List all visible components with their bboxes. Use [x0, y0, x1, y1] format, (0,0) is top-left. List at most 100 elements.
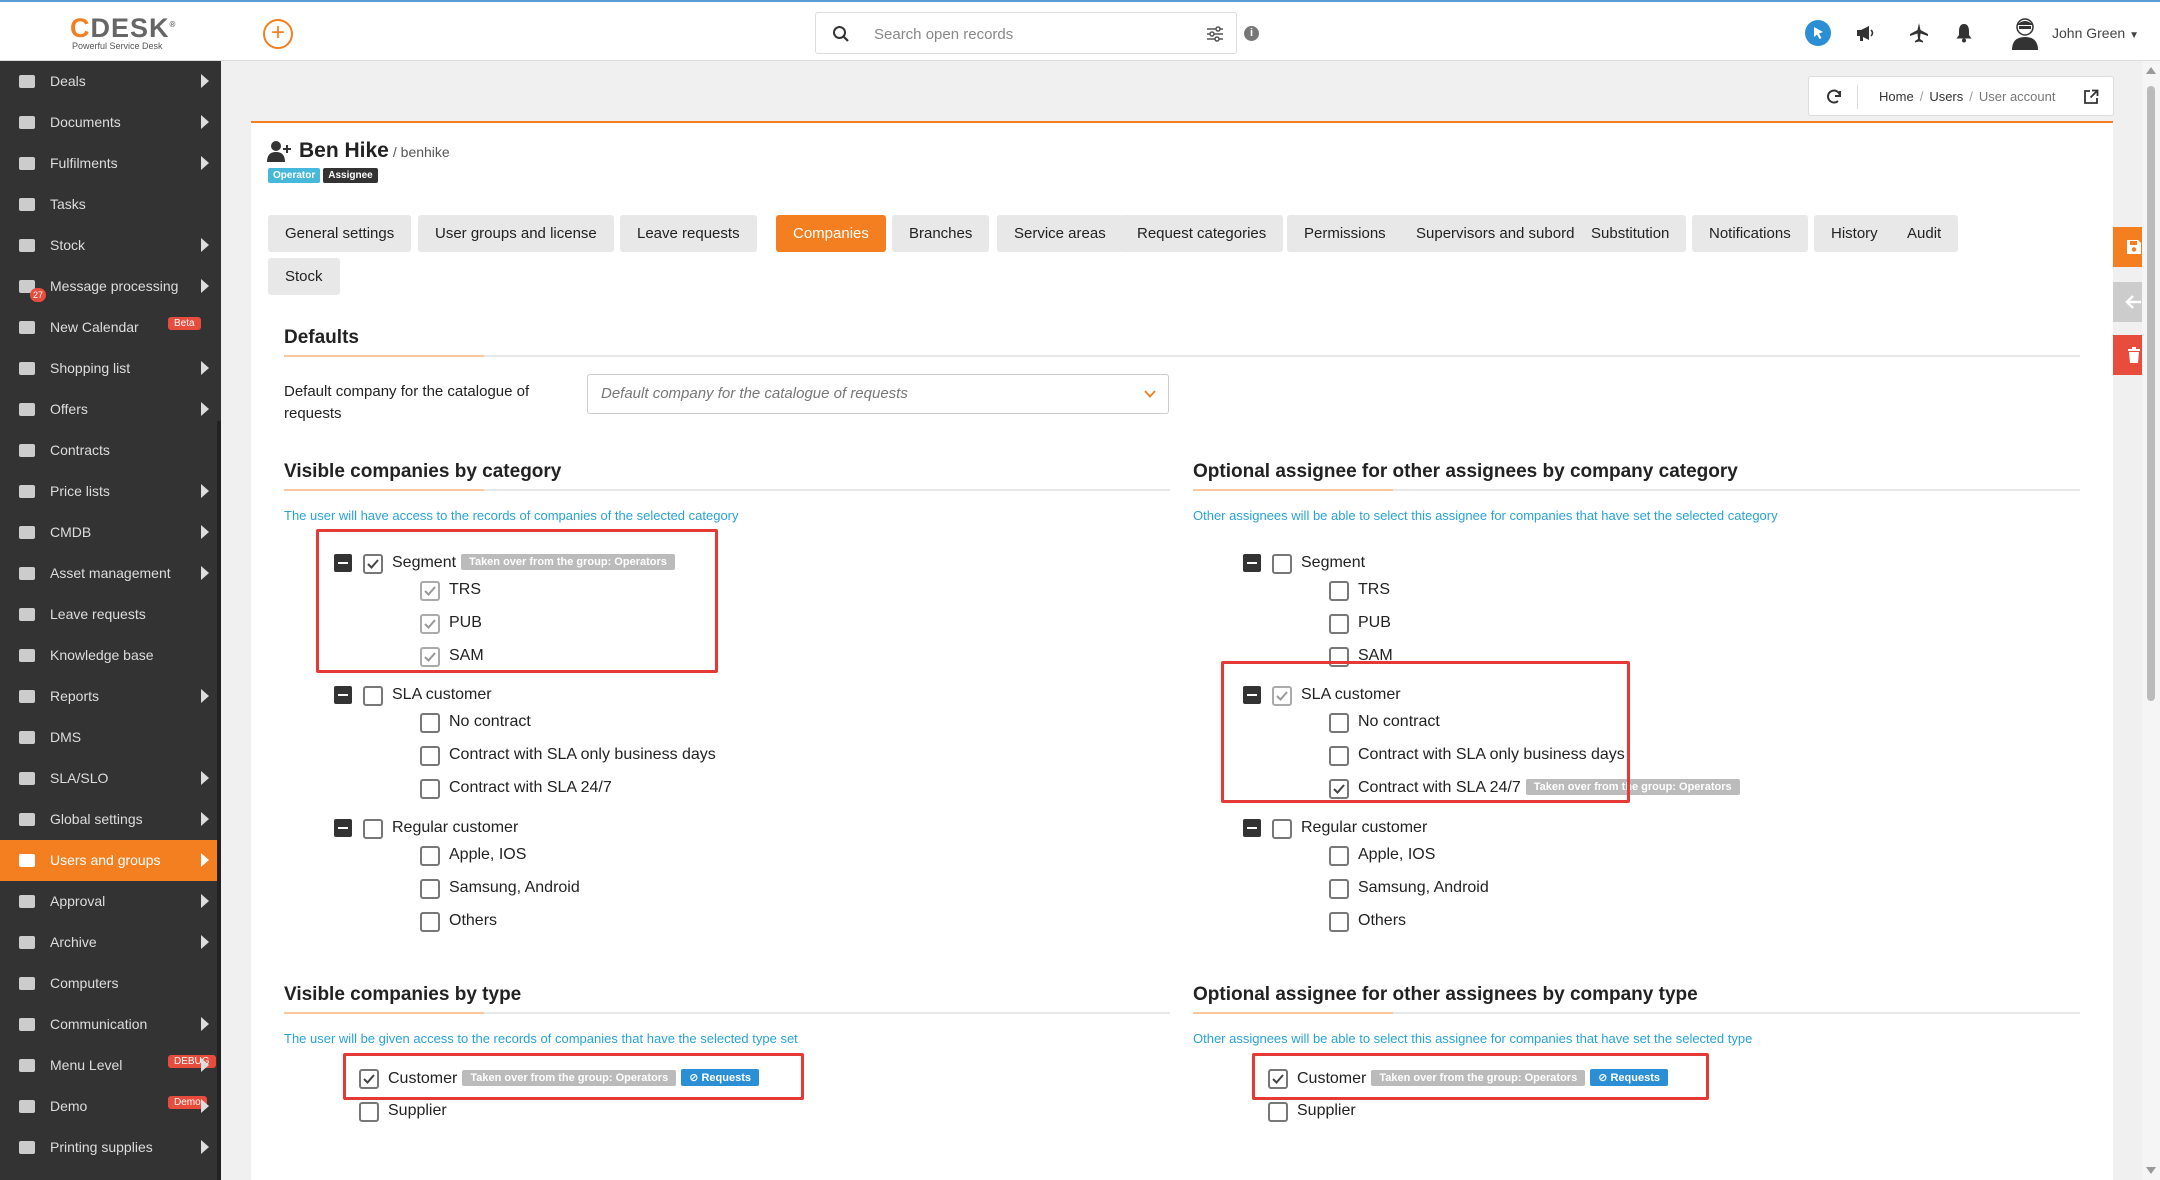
tab-branches[interactable]: Branches — [892, 215, 990, 252]
sidebar-scrollbar[interactable] — [217, 421, 221, 1180]
bar-chart-icon — [17, 687, 37, 705]
checkbox[interactable] — [420, 713, 440, 733]
tab-companies[interactable]: Companies — [776, 215, 886, 252]
sidebar-item-label: Deals — [50, 73, 86, 89]
megaphone-icon[interactable] — [1852, 20, 1878, 46]
checkbox-label: Samsung, Android — [449, 879, 580, 897]
sidebar-item[interactable]: Asset management — [0, 553, 221, 594]
checkbox[interactable] — [359, 1102, 379, 1122]
checkbox-label: Samsung, Android — [1358, 879, 1489, 897]
highlight-box — [1221, 661, 1630, 803]
checkbox[interactable] — [1272, 819, 1292, 839]
breadcrumb-home[interactable]: Home — [1879, 89, 1914, 104]
tab-audit[interactable]: Audit — [1890, 215, 1959, 252]
caret-right-icon — [201, 1017, 209, 1031]
box-icon — [17, 564, 37, 582]
visible-by-category-hint: The user will have access to the records… — [284, 508, 739, 523]
filter-settings-icon[interactable] — [1206, 25, 1224, 43]
sidebar-item[interactable]: Shopping list — [0, 348, 221, 389]
checkbox-label: SLA customer — [392, 686, 492, 704]
sidebar-item[interactable]: Price lists — [0, 471, 221, 512]
checkbox[interactable] — [1329, 614, 1349, 634]
sidebar-item[interactable]: Fulfilments — [0, 143, 221, 184]
plane-icon — [17, 605, 37, 623]
caret-down-icon: ▼ — [2129, 30, 2139, 41]
sidebar-item[interactable]: Demo Demo — [0, 1086, 221, 1127]
collapse-icon[interactable] — [334, 819, 352, 837]
tab-service-areas[interactable]: Service areas — [997, 215, 1123, 252]
sidebar-item[interactable]: Deals — [0, 61, 221, 102]
sidebar-item[interactable]: Contracts — [0, 430, 221, 471]
tab-stock[interactable]: Stock — [268, 258, 340, 295]
printer-icon — [17, 1138, 37, 1156]
breadcrumb-users[interactable]: Users — [1929, 89, 1963, 104]
caret-right-icon — [201, 894, 209, 908]
sidebar-item[interactable]: Documents — [0, 102, 221, 143]
default-company-select[interactable]: Default company for the catalogue of req… — [587, 374, 1169, 414]
save-icon — [2127, 240, 2141, 254]
visible-by-type-divider — [284, 1012, 1170, 1014]
sidebar-item[interactable]: Stock — [0, 225, 221, 266]
collapse-icon[interactable] — [1243, 554, 1261, 572]
tab-substitution[interactable]: Substitution — [1574, 215, 1687, 252]
sidebar-item[interactable]: SLA/SLO — [0, 758, 221, 799]
collapse-icon[interactable] — [334, 686, 352, 704]
tab-general-settings[interactable]: General settings — [268, 215, 412, 252]
optional-by-category-divider — [1193, 489, 2080, 491]
checkbox[interactable] — [1272, 554, 1292, 574]
sidebar-item[interactable]: Tasks — [0, 184, 221, 225]
sidebar-item[interactable]: Message processing 27 — [0, 266, 221, 307]
checkbox[interactable] — [1329, 581, 1349, 601]
tab-request-categories[interactable]: Request categories — [1120, 215, 1284, 252]
info-icon[interactable]: i — [1244, 26, 1259, 41]
checkbox[interactable] — [420, 746, 440, 766]
sidebar-item[interactable]: CMDB — [0, 512, 221, 553]
refresh-icon[interactable] — [1825, 88, 1843, 106]
cursor-icon[interactable] — [1805, 20, 1831, 46]
briefcase-icon — [17, 72, 37, 90]
sidebar-item[interactable]: Users and groups — [0, 840, 221, 881]
tab-notifications[interactable]: Notifications — [1692, 215, 1808, 252]
breadcrumb-divider — [1857, 85, 1858, 109]
sidebar-item[interactable]: Approval — [0, 881, 221, 922]
tab-user-groups-and-license[interactable]: User groups and license — [418, 215, 614, 252]
external-link-icon[interactable] — [2083, 89, 2099, 105]
visible-by-category-title: Visible companies by category — [284, 461, 562, 482]
checkbox[interactable] — [363, 686, 383, 706]
checkbox[interactable] — [420, 779, 440, 799]
tasks-icon — [17, 195, 37, 213]
airplane-icon[interactable] — [1906, 20, 1932, 46]
sidebar-item[interactable]: DMS — [0, 717, 221, 758]
checkbox[interactable] — [1329, 846, 1349, 866]
checkbox-label-text: Contract with SLA 24/7 — [449, 779, 612, 796]
sidebar-item[interactable]: New Calendar Beta — [0, 307, 221, 348]
checkbox[interactable] — [363, 819, 383, 839]
sidebar-item[interactable]: Computers — [0, 963, 221, 1004]
checkbox[interactable] — [420, 912, 440, 932]
tab-leave-requests[interactable]: Leave requests — [620, 215, 757, 252]
caret-right-icon — [201, 74, 209, 88]
add-record-button[interactable]: + — [263, 19, 293, 49]
sidebar-item[interactable]: Printing supplies — [0, 1127, 221, 1168]
checkbox[interactable] — [1268, 1102, 1288, 1122]
sidebar-item[interactable]: Global settings — [0, 799, 221, 840]
sidebar-item[interactable]: Knowledge base — [0, 635, 221, 676]
sidebar-item[interactable]: Reports — [0, 676, 221, 717]
sidebar-item[interactable]: Menu Level DEBUG — [0, 1045, 221, 1086]
search-input[interactable] — [874, 24, 1174, 44]
checkbox[interactable] — [420, 879, 440, 899]
checkbox[interactable] — [1329, 879, 1349, 899]
page-scrollbar[interactable] — [2142, 61, 2160, 1180]
checkbox[interactable] — [1329, 912, 1349, 932]
sidebar-item[interactable]: Communication — [0, 1004, 221, 1045]
sidebar-item[interactable]: Leave requests — [0, 594, 221, 635]
caret-right-icon — [201, 935, 209, 949]
sidebar-item[interactable]: Offers — [0, 389, 221, 430]
tab-history[interactable]: History — [1814, 215, 1895, 252]
bell-icon[interactable] — [1951, 20, 1977, 46]
tab-permissions[interactable]: Permissions — [1287, 215, 1403, 252]
collapse-icon[interactable] — [1243, 819, 1261, 837]
sidebar-item[interactable]: Archive — [0, 922, 221, 963]
logo[interactable]: CDESK® Powerful Service Desk — [70, 12, 190, 52]
checkbox[interactable] — [420, 846, 440, 866]
